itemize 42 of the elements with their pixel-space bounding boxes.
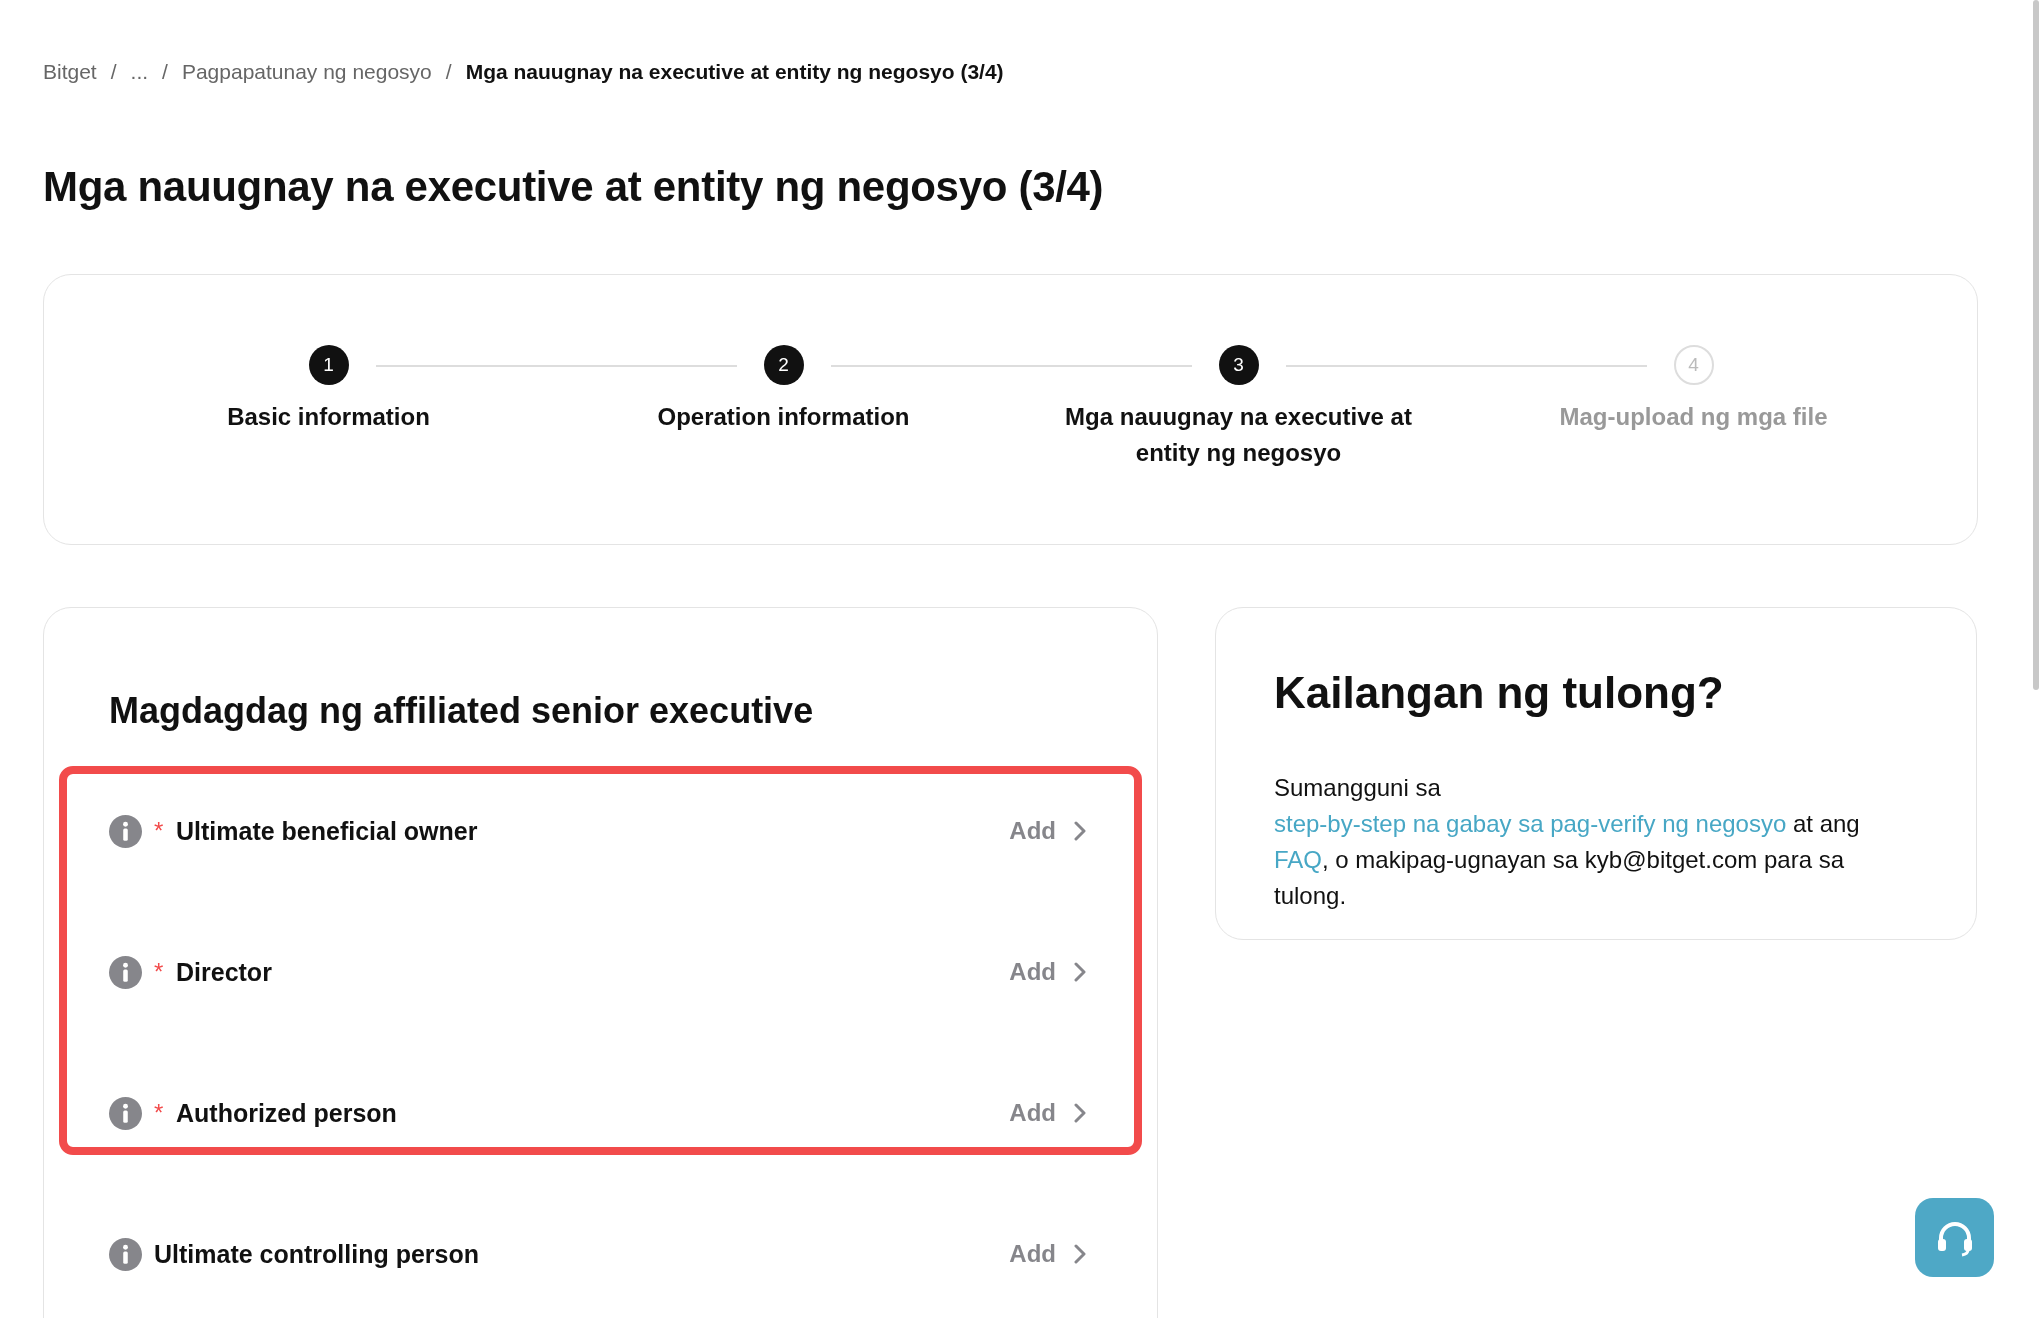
field-label: Ultimate beneficial owner <box>176 816 479 846</box>
breadcrumb-link[interactable]: Pagpapatunay ng negosyo <box>181 60 432 84</box>
add-button[interactable]: Add <box>1009 1240 1086 1268</box>
step-number: 3 <box>1218 345 1259 385</box>
chevron-right-icon <box>1074 1244 1086 1264</box>
step-number: 4 <box>1673 345 1714 385</box>
info-icon <box>109 1096 142 1130</box>
breadcrumb-link[interactable]: Bitget <box>43 60 97 84</box>
add-button[interactable]: Add <box>1009 958 1086 986</box>
required-asterisk: * <box>154 817 165 845</box>
step-label: Basic information <box>227 402 430 432</box>
help-title: Kailangan ng tulong? <box>1274 668 1725 718</box>
info-icon <box>109 814 142 848</box>
chevron-right-icon <box>1074 821 1086 841</box>
chevron-right-icon <box>1074 962 1086 982</box>
page-title: Mga nauugnay na executive at entity ng negosyo (3/4) <box>43 163 1105 211</box>
add-button[interactable]: Add <box>1009 817 1086 845</box>
info-icon <box>109 955 142 989</box>
add-button[interactable]: Add <box>1009 1099 1086 1127</box>
step-label: Mag-upload ng mga file <box>1559 402 1828 432</box>
step-label: Mga nauugnay na executive at entity ng negosyo <box>1064 402 1413 468</box>
breadcrumb-separator: / <box>445 60 452 84</box>
help-link[interactable]: FAQ <box>1274 846 1322 873</box>
field-label: Director <box>176 957 273 987</box>
help-link[interactable]: step-by-step na gabay sa pag-verify ng negosyo <box>1274 810 1787 837</box>
step-label: Operation information <box>657 402 910 432</box>
field-label: Ultimate controlling person <box>154 1239 481 1269</box>
chevron-right-icon <box>1074 1103 1086 1123</box>
breadcrumb-separator: / <box>110 60 117 84</box>
breadcrumb-current: Mga nauugnay na executive at entity ng negosyo (3/4) <box>465 60 1004 84</box>
breadcrumb-separator: / <box>162 60 168 84</box>
scrollbar[interactable] <box>2033 0 2039 690</box>
required-asterisk: * <box>154 958 165 986</box>
field-label: Authorized person <box>176 1098 398 1128</box>
info-icon <box>109 1237 142 1271</box>
step-number: 1 <box>308 345 349 385</box>
required-asterisk: * <box>154 1099 165 1127</box>
help-text: Sumangguni sa step-by-step na gabay sa pag-verify ng negosyo at ang FAQ, o makipag-ugnayan sa kyb@bitget.com para sa tulong. <box>1274 773 1861 911</box>
breadcrumb-link[interactable]: ... <box>130 60 149 84</box>
section-title: Magdagdag ng affiliated senior executive <box>109 690 815 732</box>
support-button[interactable] <box>1915 1198 1994 1277</box>
step-number: 2 <box>763 345 804 385</box>
